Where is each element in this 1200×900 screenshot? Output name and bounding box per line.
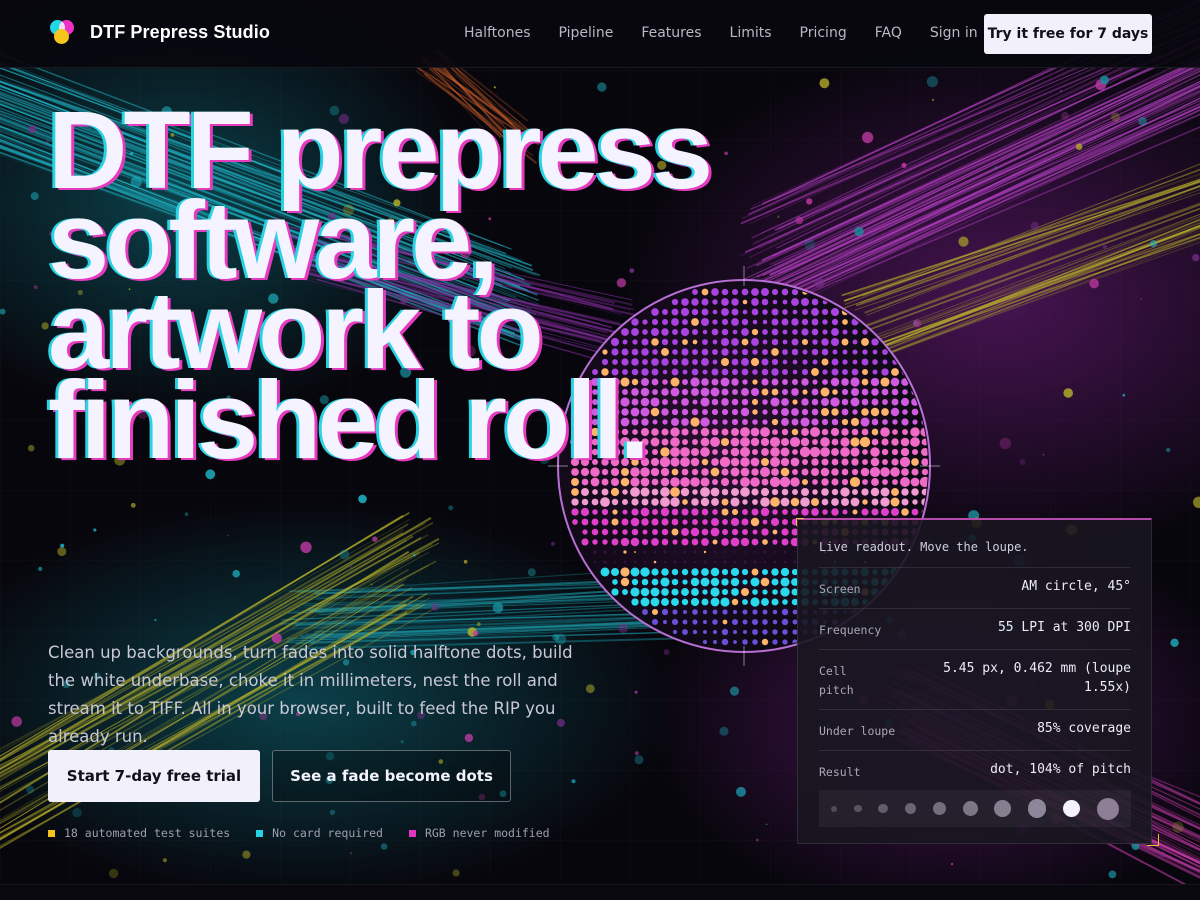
tone-step-dot[interactable] bbox=[831, 805, 838, 812]
readout-row-screen: Screen AM circle, 45° bbox=[819, 567, 1131, 608]
fact-item: 18 automated test suites bbox=[48, 826, 230, 840]
nav-link-limits[interactable]: Limits bbox=[730, 25, 772, 41]
hero-lead-text: Clean up backgrounds, turn fades into so… bbox=[48, 643, 573, 746]
readout-row-cell-pitch: Cell pitch 5.45 px, 0.462 mm (loupe 1.55… bbox=[819, 649, 1131, 709]
tone-step-dot[interactable] bbox=[962, 801, 978, 816]
nav-link-faq[interactable]: FAQ bbox=[875, 25, 902, 41]
start-free-trial-button[interactable]: Start 7-day free trial bbox=[48, 750, 260, 802]
readout-row-result: Result dot, 104% of pitch bbox=[819, 750, 1131, 791]
readout-label: Cell pitch bbox=[819, 664, 854, 697]
readout-heading: Live readout. Move the loupe. bbox=[819, 540, 1029, 554]
magenta-square-icon bbox=[408, 829, 416, 837]
readout-rows: Screen AM circle, 45° Frequency 55 LPI a… bbox=[819, 567, 1131, 791]
try-free-button[interactable]: Try it free for 7 days bbox=[984, 14, 1152, 54]
nav-link-pipeline[interactable]: Pipeline bbox=[559, 25, 614, 41]
readout-label: Under loupe bbox=[819, 724, 896, 738]
main-nav: Halftones Pipeline Features Limits Prici… bbox=[464, 25, 978, 41]
hero-title: DTF prepress software, artwork to finish… bbox=[48, 96, 808, 482]
tone-step-dot[interactable] bbox=[904, 802, 917, 815]
fact-item: RGB never modified bbox=[408, 826, 550, 840]
readout-row-frequency: Frequency 55 LPI at 300 DPI bbox=[819, 608, 1131, 649]
nav-link-halftones[interactable]: Halftones bbox=[464, 25, 531, 41]
live-readout-panel: Live readout. Move the loupe. Screen AM … bbox=[796, 518, 1159, 846]
tone-step-dot[interactable] bbox=[853, 804, 862, 813]
tone-step-dot[interactable] bbox=[1027, 799, 1047, 818]
readout-label: Screen bbox=[819, 582, 861, 596]
nav-link-sign-in[interactable]: Sign in bbox=[930, 25, 978, 41]
fact-item: No card required bbox=[256, 826, 383, 840]
top-navigation-bar: DTF Prepress Studio Halftones Pipeline F… bbox=[0, 0, 1200, 68]
fact-text: RGB never modified bbox=[424, 826, 550, 840]
cyan-square-icon bbox=[256, 829, 264, 837]
tone-step-dot-active[interactable] bbox=[1096, 797, 1119, 820]
readout-value: 5.45 px, 0.462 mm (loupe 1.55x) bbox=[943, 661, 1131, 695]
panel-corner-mark bbox=[796, 518, 804, 526]
section-divider bbox=[0, 884, 1200, 900]
tone-step-dot[interactable] bbox=[932, 801, 946, 816]
cmy-dots-logo-icon bbox=[48, 18, 76, 46]
panel-corner-mark bbox=[1147, 834, 1159, 846]
readout-value: 85% coverage bbox=[1037, 721, 1131, 736]
readout-value: 55 LPI at 300 DPI bbox=[997, 620, 1131, 635]
brand-home-link[interactable]: DTF Prepress Studio bbox=[48, 18, 270, 46]
brand-name: DTF Prepress Studio bbox=[90, 21, 270, 42]
see-fade-demo-button[interactable]: See a fade become dots bbox=[272, 750, 511, 802]
hero-title-line: finished roll. bbox=[48, 359, 650, 482]
tone-step-selector[interactable] bbox=[819, 790, 1131, 827]
tone-step-dot[interactable] bbox=[1062, 800, 1080, 817]
readout-value: dot, 104% of pitch bbox=[990, 762, 1131, 777]
readout-label: Frequency bbox=[819, 623, 882, 637]
fact-text: 18 automated test suites bbox=[64, 826, 231, 840]
hero-facts-list: 18 automated test suites No card require… bbox=[48, 826, 550, 840]
readout-value: AM circle, 45° bbox=[1021, 579, 1131, 594]
readout-label: Result bbox=[819, 765, 861, 779]
tone-step-dot[interactable] bbox=[878, 803, 889, 814]
nav-link-pricing[interactable]: Pricing bbox=[800, 25, 847, 41]
tone-step-dot[interactable] bbox=[994, 800, 1012, 817]
readout-row-under-loupe: Under loupe 85% coverage bbox=[819, 709, 1131, 750]
fact-text: No card required bbox=[272, 826, 383, 840]
nav-link-features[interactable]: Features bbox=[641, 25, 701, 41]
yellow-square-icon bbox=[48, 829, 55, 837]
